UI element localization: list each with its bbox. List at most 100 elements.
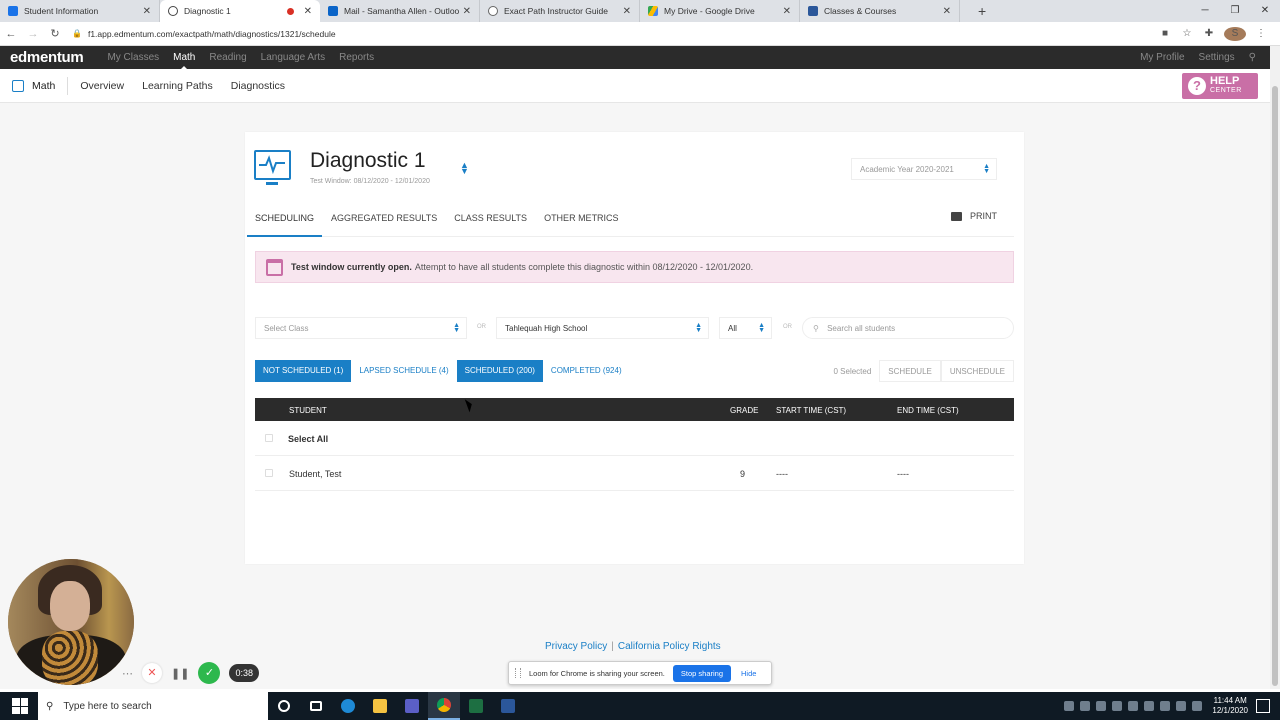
header-student[interactable]: STUDENT <box>289 406 327 415</box>
chrome-icon[interactable] <box>428 692 460 720</box>
browser-tab[interactable]: Student Information ✕ <box>0 0 160 22</box>
privacy-policy-link[interactable]: Privacy Policy <box>545 641 607 652</box>
subnav-diagnostics[interactable]: Diagnostics <box>231 80 285 92</box>
close-window-icon[interactable]: ✕ <box>1250 0 1280 22</box>
tray-icon[interactable] <box>1112 701 1123 711</box>
nav-my-classes[interactable]: My Classes <box>107 52 159 63</box>
finish-recording-icon[interactable]: ✓ <box>198 662 221 684</box>
status-scheduled[interactable]: SCHEDULED (200) <box>456 360 543 382</box>
nav-language-arts[interactable]: Language Arts <box>261 52 326 63</box>
drag-handle-icon[interactable] <box>515 668 521 678</box>
select-all-checkbox[interactable] <box>265 434 273 442</box>
close-icon[interactable]: ✕ <box>623 6 631 17</box>
new-tab-button[interactable]: + <box>978 0 986 22</box>
back-icon[interactable]: ← <box>0 28 22 40</box>
tab-class-results[interactable]: CLASS RESULTS <box>446 211 535 237</box>
status-not-scheduled[interactable]: NOT SCHEDULED (1) <box>255 360 352 382</box>
cortana-icon[interactable] <box>268 692 300 720</box>
tray-icon[interactable] <box>1080 701 1091 711</box>
row-checkbox[interactable] <box>265 469 273 477</box>
tray-icon[interactable] <box>1128 701 1139 711</box>
volume-icon[interactable] <box>1192 701 1203 711</box>
profile-avatar[interactable]: S <box>1224 26 1246 41</box>
restore-icon[interactable]: ❐ <box>1220 0 1250 22</box>
header-end-time[interactable]: END TIME (CST) <box>897 406 959 415</box>
browser-tab-active[interactable]: Diagnostic 1 ✕ <box>160 0 320 22</box>
edge-icon[interactable] <box>332 692 364 720</box>
select-caret-icon: ▲ ▼ <box>453 322 460 334</box>
tab-aggregated-results[interactable]: AGGREGATED RESULTS <box>323 211 445 237</box>
windows-start-icon[interactable] <box>12 698 28 714</box>
close-icon[interactable]: ✕ <box>304 6 312 17</box>
nav-settings[interactable]: Settings <box>1199 52 1235 63</box>
notifications-icon[interactable] <box>1256 699 1270 713</box>
tray-icon[interactable] <box>1096 701 1107 711</box>
header-grade[interactable]: GRADE <box>730 406 758 415</box>
header-start-time[interactable]: START TIME (CST) <box>776 406 846 415</box>
tray-icon[interactable] <box>1144 701 1155 711</box>
hide-button[interactable]: Hide <box>741 669 756 678</box>
close-icon[interactable]: ✕ <box>783 6 791 17</box>
extensions-icon[interactable]: ✚ <box>1198 28 1220 39</box>
page-scrollbar[interactable] <box>1270 46 1280 689</box>
select-class-dropdown[interactable]: Select Class ▲ ▼ <box>255 317 467 339</box>
task-view-icon[interactable] <box>300 692 332 720</box>
browser-tab[interactable]: My Drive - Google Drive ✕ <box>640 0 800 22</box>
tray-icon[interactable] <box>1160 701 1171 711</box>
help-center-button[interactable]: ? HELP CENTER <box>1182 73 1258 99</box>
scrollbar-thumb[interactable] <box>1272 86 1278 686</box>
subnav-learning-paths[interactable]: Learning Paths <box>142 80 213 92</box>
filters-row: Select Class ▲ ▼ OR Tahlequah High School… <box>255 317 1014 339</box>
schedule-button[interactable]: SCHEDULE <box>879 360 941 382</box>
webcam-bubble[interactable] <box>8 559 134 685</box>
print-button[interactable]: PRINT <box>951 211 997 221</box>
pause-icon[interactable]: ❚❚ <box>171 667 189 680</box>
california-policy-link[interactable]: California Policy Rights <box>618 641 721 652</box>
forward-icon[interactable]: → <box>22 28 44 40</box>
subnav-overview[interactable]: Overview <box>80 80 124 92</box>
tab-scheduling[interactable]: SCHEDULING <box>247 211 323 237</box>
tray-icon[interactable] <box>1064 701 1075 711</box>
nav-reports[interactable]: Reports <box>339 52 374 63</box>
word-icon[interactable] <box>492 692 524 720</box>
browser-tab[interactable]: Exact Path Instructor Guide ✕ <box>480 0 640 22</box>
school-dropdown[interactable]: Tahlequah High School ▲ ▼ <box>496 317 709 339</box>
close-icon[interactable]: ✕ <box>143 6 151 17</box>
stop-sharing-button[interactable]: Stop sharing <box>672 664 732 682</box>
nav-math[interactable]: Math <box>173 52 195 70</box>
teams-icon[interactable] <box>396 692 428 720</box>
menu-icon[interactable]: ⋮ <box>1250 28 1272 39</box>
test-window-alert: Test window currently open. Attempt to h… <box>255 251 1014 283</box>
close-icon[interactable]: ✕ <box>943 6 951 17</box>
unschedule-button[interactable]: UNSCHEDULE <box>940 360 1014 382</box>
grade-dropdown[interactable]: All ▲ ▼ <box>719 317 772 339</box>
taskbar-clock[interactable]: 11:44 AM 12/1/2020 <box>1212 696 1248 716</box>
calculator-icon <box>12 79 24 92</box>
status-completed[interactable]: COMPLETED (924) <box>543 360 630 382</box>
star-icon[interactable]: ☆ <box>1176 28 1198 39</box>
select-all-label[interactable]: Select All <box>288 434 328 444</box>
academic-year-select[interactable]: Academic Year 2020-2021 ▲ ▼ <box>851 158 997 180</box>
edmentum-logo[interactable]: edmentum <box>10 49 84 66</box>
search-icon: ⚲ <box>46 700 54 712</box>
tab-other-metrics[interactable]: OTHER METRICS <box>536 211 627 237</box>
close-icon[interactable]: ✕ <box>463 6 471 17</box>
nav-reading[interactable]: Reading <box>209 52 246 63</box>
url-field[interactable]: 🔒 f1.app.edmentum.com/exactpath/math/dia… <box>72 29 1154 39</box>
reload-icon[interactable]: ↻ <box>44 27 66 40</box>
file-explorer-icon[interactable] <box>364 692 396 720</box>
minimize-icon[interactable]: ─ <box>1190 0 1220 22</box>
more-icon[interactable]: ⋯ <box>122 667 133 680</box>
excel-icon[interactable] <box>460 692 492 720</box>
wifi-icon[interactable] <box>1176 701 1187 711</box>
status-lapsed-schedule[interactable]: LAPSED SCHEDULE (4) <box>351 360 456 382</box>
browser-tab[interactable]: Classes & Courses ✕ <box>800 0 960 22</box>
nav-my-profile[interactable]: My Profile <box>1140 52 1184 63</box>
cancel-recording-icon[interactable]: ✕ <box>142 663 162 683</box>
search-icon[interactable]: ⚲ <box>1249 52 1256 63</box>
taskbar-search-input[interactable]: ⚲ Type here to search <box>38 692 268 720</box>
camera-icon[interactable]: ■ <box>1154 28 1176 39</box>
diagnostic-switch-icon[interactable]: ▲ ▼ <box>460 161 469 176</box>
browser-tab[interactable]: Mail - Samantha Allen - Outlook ✕ <box>320 0 480 22</box>
student-search-input[interactable]: ⚲ Search all students <box>802 317 1014 339</box>
